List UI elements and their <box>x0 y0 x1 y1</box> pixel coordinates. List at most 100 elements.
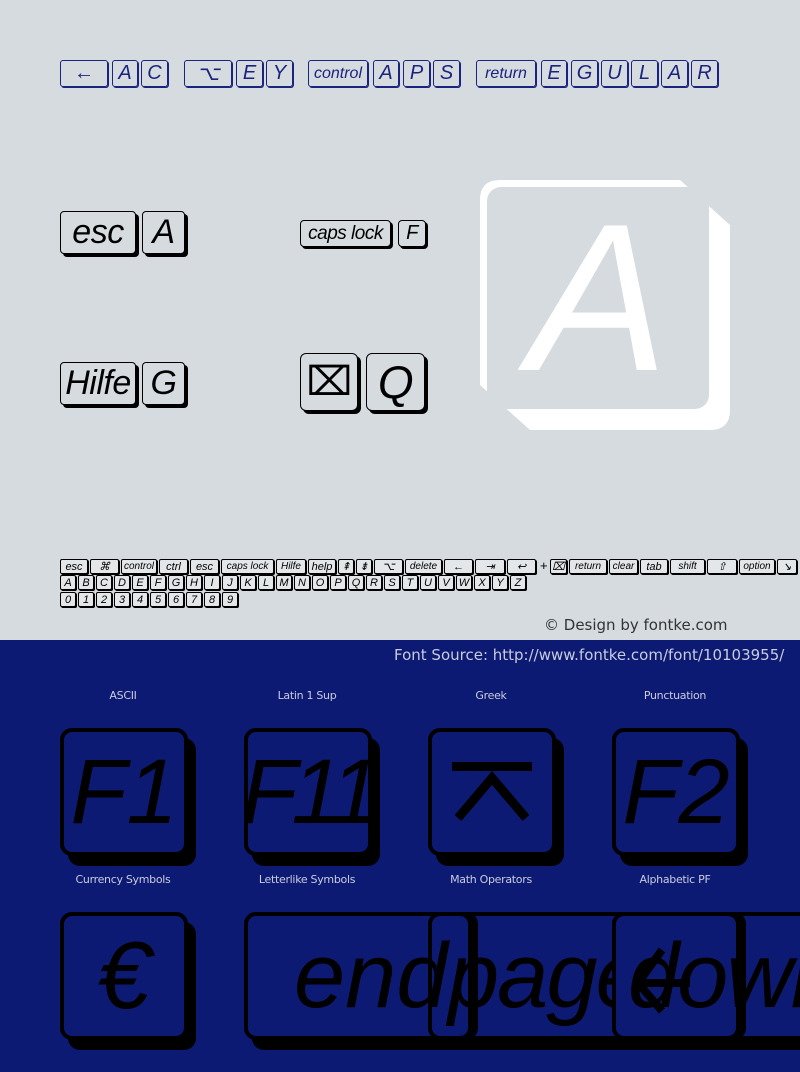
charset-key: Hilfe <box>276 559 306 574</box>
charset-plus: + <box>540 558 548 573</box>
charset-key: tab <box>640 559 668 574</box>
category-key-punctuation[interactable]: F2 <box>612 728 740 856</box>
title-key-return: return <box>476 60 536 87</box>
charset-key: 0 <box>60 592 76 607</box>
title-key-arrow-left: ← <box>60 60 108 87</box>
sample-key-hilfe: Hilfe <box>60 362 136 405</box>
charset-key: I <box>204 575 220 590</box>
preview-glyph: A <box>527 180 669 415</box>
sample-key-g: G <box>142 362 185 405</box>
charset-key: esc <box>60 559 88 574</box>
category-key-latin1[interactable]: F11 <box>241 728 381 856</box>
font-source-link[interactable]: Font Source: http://www.fontke.com/font/… <box>394 646 784 664</box>
category-key-currency[interactable]: € <box>60 912 188 1040</box>
title-key: E <box>236 60 263 87</box>
charset-key: N <box>294 575 310 590</box>
charset-key: ← <box>444 559 473 574</box>
charset-key: 2 <box>96 592 112 607</box>
charset-key: clear <box>609 559 638 574</box>
title-key: L <box>631 60 658 87</box>
category-label-greek: Greek <box>475 689 507 702</box>
charset-key: Z <box>510 575 526 590</box>
category-label-ascii: ASCII <box>109 689 137 702</box>
sample-key-esc: esc <box>60 211 136 254</box>
charset-key: ↘ <box>777 559 797 574</box>
charset-key: 5 <box>150 592 166 607</box>
charset-key: delete <box>405 559 442 574</box>
category-key-greek[interactable] <box>428 728 556 856</box>
sample-key-capslock: caps lock <box>300 220 391 247</box>
charset-key: ⌥ <box>374 559 403 574</box>
design-credit: © Design by fontke.com <box>544 616 728 634</box>
title-key: A <box>373 60 399 87</box>
category-label-alphabetic-pf: Alphabetic PF <box>639 873 711 886</box>
title-key: E <box>541 60 567 87</box>
title-key: U <box>601 60 628 87</box>
charset-key: ⇟ <box>356 559 372 574</box>
charset-key: 8 <box>204 592 220 607</box>
charset-key: W <box>456 575 472 590</box>
charset-key: 4 <box>132 592 148 607</box>
charset-key: control <box>121 559 157 574</box>
charset-key: ctrl <box>159 559 188 574</box>
charset-key: L <box>258 575 274 590</box>
charset-key: ↩ <box>507 559 536 574</box>
category-label-punctuation: Punctuation <box>643 689 707 702</box>
charset-key: T <box>402 575 418 590</box>
charset-key: X <box>474 575 490 590</box>
charset-key: F <box>150 575 166 590</box>
charset-key: ⇧ <box>707 559 737 574</box>
charset-key: caps lock <box>221 559 274 574</box>
category-label-letterlike: Letterlike Symbols <box>258 873 356 886</box>
category-label-latin1: Latin 1 Sup <box>277 689 337 702</box>
charset-key: P <box>330 575 346 590</box>
charset-key: option <box>739 559 775 574</box>
charset-key: ⇥ <box>475 559 505 574</box>
preview-key: A <box>480 180 730 430</box>
charset-key: H <box>186 575 202 590</box>
title-key: C <box>141 60 168 87</box>
charset-key: B <box>78 575 94 590</box>
title-key: P <box>403 60 430 87</box>
title-key: Y <box>266 60 293 87</box>
charset-key: ⇞ <box>338 559 354 574</box>
charset-key: E <box>132 575 148 590</box>
title-key-control: control <box>308 60 368 87</box>
title-key-option: ⌥ <box>184 60 232 87</box>
charset-key: 9 <box>222 592 238 607</box>
category-label-currency: Currency Symbols <box>75 873 171 886</box>
charset-key: J <box>222 575 238 590</box>
charset-key: G <box>168 575 184 590</box>
title-key: S <box>433 60 460 87</box>
charset-key: 7 <box>186 592 202 607</box>
charset-key: S <box>384 575 400 590</box>
charset-key: 1 <box>78 592 94 607</box>
charset-key: esc <box>190 559 219 574</box>
page-up-arrow-icon <box>452 762 532 821</box>
charset-key: shift <box>670 559 705 574</box>
charset-key: K <box>240 575 256 590</box>
category-label-math: Math Operators <box>450 873 532 886</box>
title-key: G <box>571 60 598 87</box>
charset-key: Y <box>492 575 508 590</box>
charset-key: R <box>366 575 382 590</box>
charset-key: 6 <box>168 592 184 607</box>
sample-key-clear-icon: ⌧ <box>300 353 358 411</box>
charset-key: M <box>276 575 292 590</box>
charset-key: Q <box>348 575 364 590</box>
charset-key: help <box>308 559 336 574</box>
charset-key: ⌧ <box>550 559 567 574</box>
charset-key: 3 <box>114 592 130 607</box>
sample-key-q: Q <box>366 353 425 411</box>
charset-key: ⌘ <box>90 559 119 574</box>
category-key-ascii[interactable]: F1 <box>60 728 188 856</box>
charset-key: D <box>114 575 130 590</box>
charset-key: A <box>60 575 76 590</box>
title-key: A <box>112 60 138 87</box>
sample-key-a: A <box>142 211 185 254</box>
charset-key: C <box>96 575 112 590</box>
charset-key: U <box>420 575 436 590</box>
sample-key-f: F <box>398 220 426 247</box>
charset-key: return <box>569 559 607 574</box>
charset-key: O <box>312 575 328 590</box>
